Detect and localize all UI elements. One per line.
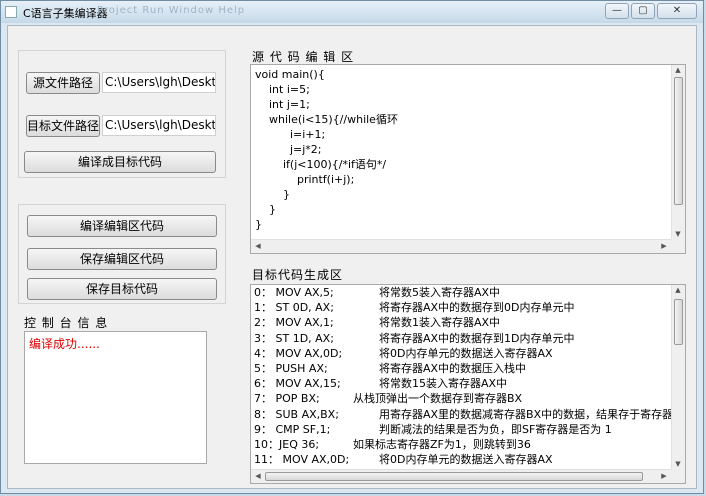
console-output[interactable]: 编译成功......	[24, 331, 207, 464]
source-horizontal-scrollbar[interactable]: ◀ ▶	[251, 239, 671, 253]
source-vertical-scroll-thumb[interactable]	[674, 77, 683, 205]
target-row: 9： CMP SF,1; 判断减法的结果是否为负，即SF寄存器是否为 1	[251, 422, 671, 437]
target-row: 6： MOV AX,15; 将常数15装入寄存器AX中	[251, 376, 671, 391]
target-row-code: 9： CMP SF,1;	[254, 422, 331, 436]
scroll-down-arrow-icon[interactable]: ▼	[672, 230, 684, 238]
target-row: 11： MOV AX,0D; 将0D内存单元的数据送入寄存器AX	[251, 452, 671, 467]
scroll-left-arrow-icon[interactable]: ◀	[252, 472, 264, 480]
save-editor-button[interactable]: 保存编辑区代码	[27, 248, 217, 270]
source-code-editor[interactable]: void main(){ int i=5; int j=1; while(i<1…	[250, 64, 686, 254]
target-row: 1： ST 0D, AX; 将寄存器AX中的数据存到0D内存单元中	[251, 300, 671, 315]
scroll-up-arrow-icon[interactable]: ▲	[672, 66, 684, 74]
console-message: 编译成功......	[29, 337, 100, 351]
target-row-comment: 将0D内存单元的数据送入寄存器AX	[379, 346, 553, 360]
target-row-code: 7： POP BX;	[254, 392, 320, 406]
target-code-output[interactable]: 0： MOV AX,5; 将常数5装入寄存器AX中 1： ST 0D, AX; 将寄…	[250, 284, 686, 484]
client-area: 源文件路径 C:\Users\lgh\Desktop 目标文件路径 C:\Use…	[7, 25, 697, 489]
target-row: 7： POP BX; 从栈顶弹出一个数据存到寄存器BX	[251, 391, 671, 406]
target-row-comment: 将常数15装入寄存器AX中	[379, 377, 508, 391]
scroll-corner	[671, 469, 685, 483]
target-row: 5： PUSH AX; 将寄存器AX中的数据压入栈中	[251, 361, 671, 376]
target-row-comment: 将寄存器AX中的数据存到0D内存单元中	[379, 301, 575, 315]
source-editor-title: 源 代 码 编 辑 区	[252, 50, 355, 64]
compile-to-target-button[interactable]: 编译成目标代码	[24, 151, 216, 173]
source-code-text: void main(){ int i=5; int j=1; while(i<1…	[255, 68, 398, 231]
scroll-right-arrow-icon[interactable]: ▶	[658, 242, 670, 250]
scroll-corner	[671, 239, 685, 253]
target-row-code: 8： SUB AX,BX;	[254, 407, 339, 421]
target-row-code: 4： MOV AX,0D;	[254, 346, 343, 360]
title-bar[interactable]: C语言子集编译器 Project Run Window Help — ▢ ✕	[1, 1, 703, 23]
target-row-code: 11： MOV AX,0D;	[254, 453, 350, 467]
save-target-button[interactable]: 保存目标代码	[27, 278, 217, 300]
window-controls: — ▢ ✕	[605, 3, 697, 19]
target-row: 10：JEQ 36; 如果标志寄存器ZF为1，则跳转到36	[251, 437, 671, 452]
scroll-up-arrow-icon[interactable]: ▲	[672, 286, 684, 294]
source-path-button[interactable]: 源文件路径	[26, 72, 100, 94]
target-path-button[interactable]: 目标文件路径	[26, 115, 100, 137]
source-vertical-scrollbar[interactable]: ▲ ▼	[671, 65, 685, 239]
scroll-down-arrow-icon[interactable]: ▼	[672, 460, 684, 468]
ghost-menu-text: Project Run Window Help	[97, 5, 246, 16]
target-row-code: 10：JEQ 36;	[254, 437, 320, 451]
compile-editor-button[interactable]: 编译编辑区代码	[27, 215, 217, 237]
target-horizontal-scroll-thumb[interactable]	[265, 472, 643, 481]
target-row: 8： SUB AX,BX; 用寄存器AX里的数据减寄存器BX中的数据，结果存于寄存…	[251, 407, 685, 422]
target-row-comment: 从栈顶弹出一个数据存到寄存器BX	[353, 392, 523, 406]
target-row-code: 1： ST 0D, AX;	[254, 301, 334, 315]
close-button[interactable]: ✕	[657, 3, 697, 19]
target-row: 0： MOV AX,5; 将常数5装入寄存器AX中	[251, 285, 671, 300]
target-row-code: 3： ST 1D, AX;	[254, 331, 334, 345]
target-row-comment: 将常数1装入寄存器AX中	[379, 316, 501, 330]
target-output-title: 目标代码生成区	[252, 268, 344, 282]
target-vertical-scrollbar[interactable]: ▲ ▼	[671, 285, 685, 469]
target-vertical-scroll-thumb[interactable]	[674, 299, 683, 345]
target-row-comment: 如果标志寄存器ZF为1，则跳转到36	[353, 437, 531, 451]
target-row-code: 6： MOV AX,15;	[254, 377, 341, 391]
target-row: 3： ST 1D, AX; 将寄存器AX中的数据存到1D内存单元中	[251, 331, 671, 346]
main-window: C语言子集编译器 Project Run Window Help — ▢ ✕ 源…	[0, 0, 704, 494]
target-row-code: 2： MOV AX,1;	[254, 316, 334, 330]
target-row-code: 0： MOV AX,5;	[254, 286, 334, 299]
target-row-comment: 将寄存器AX中的数据存到1D内存单元中	[379, 331, 575, 345]
console-title: 控 制 台 信 息	[24, 316, 109, 330]
target-horizontal-scrollbar[interactable]: ◀ ▶	[251, 469, 671, 483]
target-row: 4： MOV AX,0D; 将0D内存单元的数据送入寄存器AX	[251, 346, 671, 361]
scroll-left-arrow-icon[interactable]: ◀	[252, 242, 264, 250]
scroll-right-arrow-icon[interactable]: ▶	[658, 472, 670, 480]
target-row-comment: 将寄存器AX中的数据压入栈中	[379, 361, 527, 375]
target-row-comment: 将0D内存单元的数据送入寄存器AX	[379, 453, 553, 467]
target-row: 2： MOV AX,1; 将常数1装入寄存器AX中	[251, 315, 671, 330]
target-row-comment: 判断减法的结果是否为负，即SF寄存器是否为 1	[379, 422, 612, 436]
target-row-comment: 用寄存器AX里的数据减寄存器BX中的数据，结果存于寄存器AX	[379, 407, 686, 421]
window-title: C语言子集编译器	[23, 7, 108, 20]
target-row-comment: 将常数5装入寄存器AX中	[379, 286, 501, 299]
target-path-field[interactable]: C:\Users\lgh\Desktop	[102, 115, 216, 136]
maximize-button[interactable]: ▢	[631, 3, 655, 19]
source-path-field[interactable]: C:\Users\lgh\Desktop	[102, 72, 216, 93]
target-row-code: 5： PUSH AX;	[254, 361, 328, 375]
minimize-button[interactable]: —	[605, 3, 629, 19]
target-code-list: 0： MOV AX,5; 将常数5装入寄存器AX中 1： ST 0D, AX; 将寄…	[251, 285, 685, 469]
app-icon	[5, 6, 17, 18]
